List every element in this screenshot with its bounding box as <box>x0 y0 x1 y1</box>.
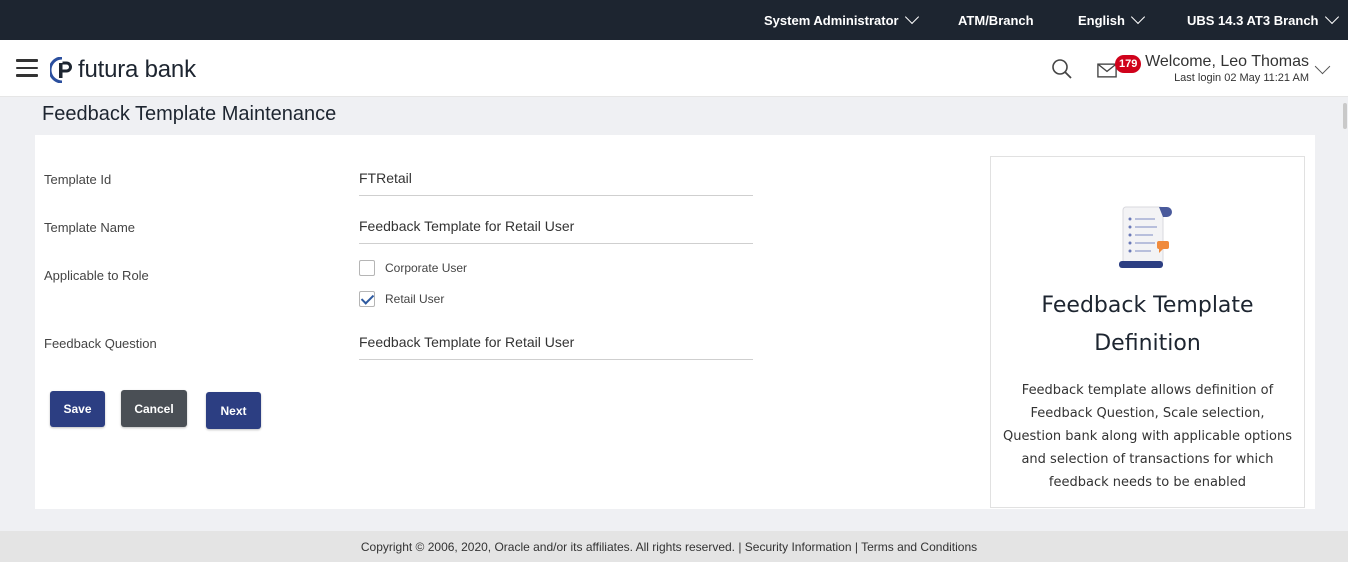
template-name-value: Feedback Template for Retail User <box>359 218 753 244</box>
language-label: English <box>1078 12 1125 28</box>
footer-text: Copyright © 2006, 2020, Oracle and/or it… <box>360 539 978 554</box>
last-login-text: Last login 02 May 11:21 AM <box>1174 72 1309 84</box>
feedback-question-label: Feedback Question <box>44 336 157 351</box>
logo-text: futura bank <box>78 56 196 83</box>
chevron-down-icon[interactable] <box>1314 58 1331 75</box>
footer: Copyright © 2006, 2020, Oracle and/or it… <box>0 531 1348 562</box>
top-bar: System Administrator ATM/Branch English … <box>0 0 1348 40</box>
cancel-button[interactable]: Cancel <box>121 390 187 427</box>
mail-count-badge: 179 <box>1115 55 1142 73</box>
atm-branch-link[interactable]: ATM/Branch <box>958 0 1034 40</box>
retail-user-label: Retail User <box>385 292 445 306</box>
language-dropdown[interactable]: English <box>1078 0 1146 40</box>
next-button[interactable]: Next <box>206 392 261 429</box>
checkbox-box[interactable] <box>359 260 375 276</box>
branch-label: UBS 14.3 AT3 Branch <box>1187 12 1319 28</box>
checkbox-box[interactable] <box>359 291 375 307</box>
scrollbar-thumb[interactable] <box>1343 103 1347 129</box>
mailbox-button[interactable]: 179 <box>1097 55 1143 81</box>
corporate-user-label: Corporate User <box>385 261 468 275</box>
role-dropdown[interactable]: System Administrator <box>764 0 919 40</box>
atm-branch-label: ATM/Branch <box>958 12 1034 28</box>
search-icon[interactable] <box>1050 57 1074 81</box>
futura-bank-logo-icon <box>50 57 72 83</box>
mail-icon <box>1097 63 1117 78</box>
feedback-question-value: Feedback Template for Retail User <box>359 334 753 360</box>
header: futura bank 179 Welcome, Leo Thomas Last… <box>0 40 1348 97</box>
welcome-text: Welcome, Leo Thomas <box>1145 53 1309 70</box>
document-icon <box>1119 206 1172 268</box>
page-scrollbar[interactable] <box>1340 97 1348 531</box>
page-title: Feedback Template Maintenance <box>42 103 337 125</box>
role-label: System Administrator <box>764 12 899 28</box>
chevron-down-icon <box>904 9 919 25</box>
form-card: Template Id FTRetail Template Name Feedb… <box>35 135 1315 509</box>
save-button[interactable]: Save <box>50 391 105 427</box>
info-panel: Feedback Template Definition Feedback te… <box>990 156 1305 508</box>
menu-icon[interactable] <box>16 59 38 77</box>
info-panel-description: Feedback template allows definition of F… <box>1003 383 1292 490</box>
template-id-value: FTRetail <box>359 170 753 196</box>
chevron-down-icon <box>1324 9 1339 25</box>
retail-user-checkbox[interactable]: Retail User <box>359 291 444 307</box>
info-panel-title: Feedback Template Definition <box>1041 293 1254 356</box>
corporate-user-checkbox[interactable]: Corporate User <box>359 260 467 276</box>
template-id-label: Template Id <box>44 172 112 187</box>
template-name-label: Template Name <box>44 220 136 235</box>
applicable-role-label: Applicable to Role <box>44 268 149 283</box>
chevron-down-icon <box>1130 9 1146 25</box>
user-menu[interactable]: Welcome, Leo Thomas Last login 02 May 11… <box>1145 53 1309 84</box>
logo[interactable]: futura bank <box>50 56 196 84</box>
branch-dropdown[interactable]: UBS 14.3 AT3 Branch <box>1187 0 1339 40</box>
